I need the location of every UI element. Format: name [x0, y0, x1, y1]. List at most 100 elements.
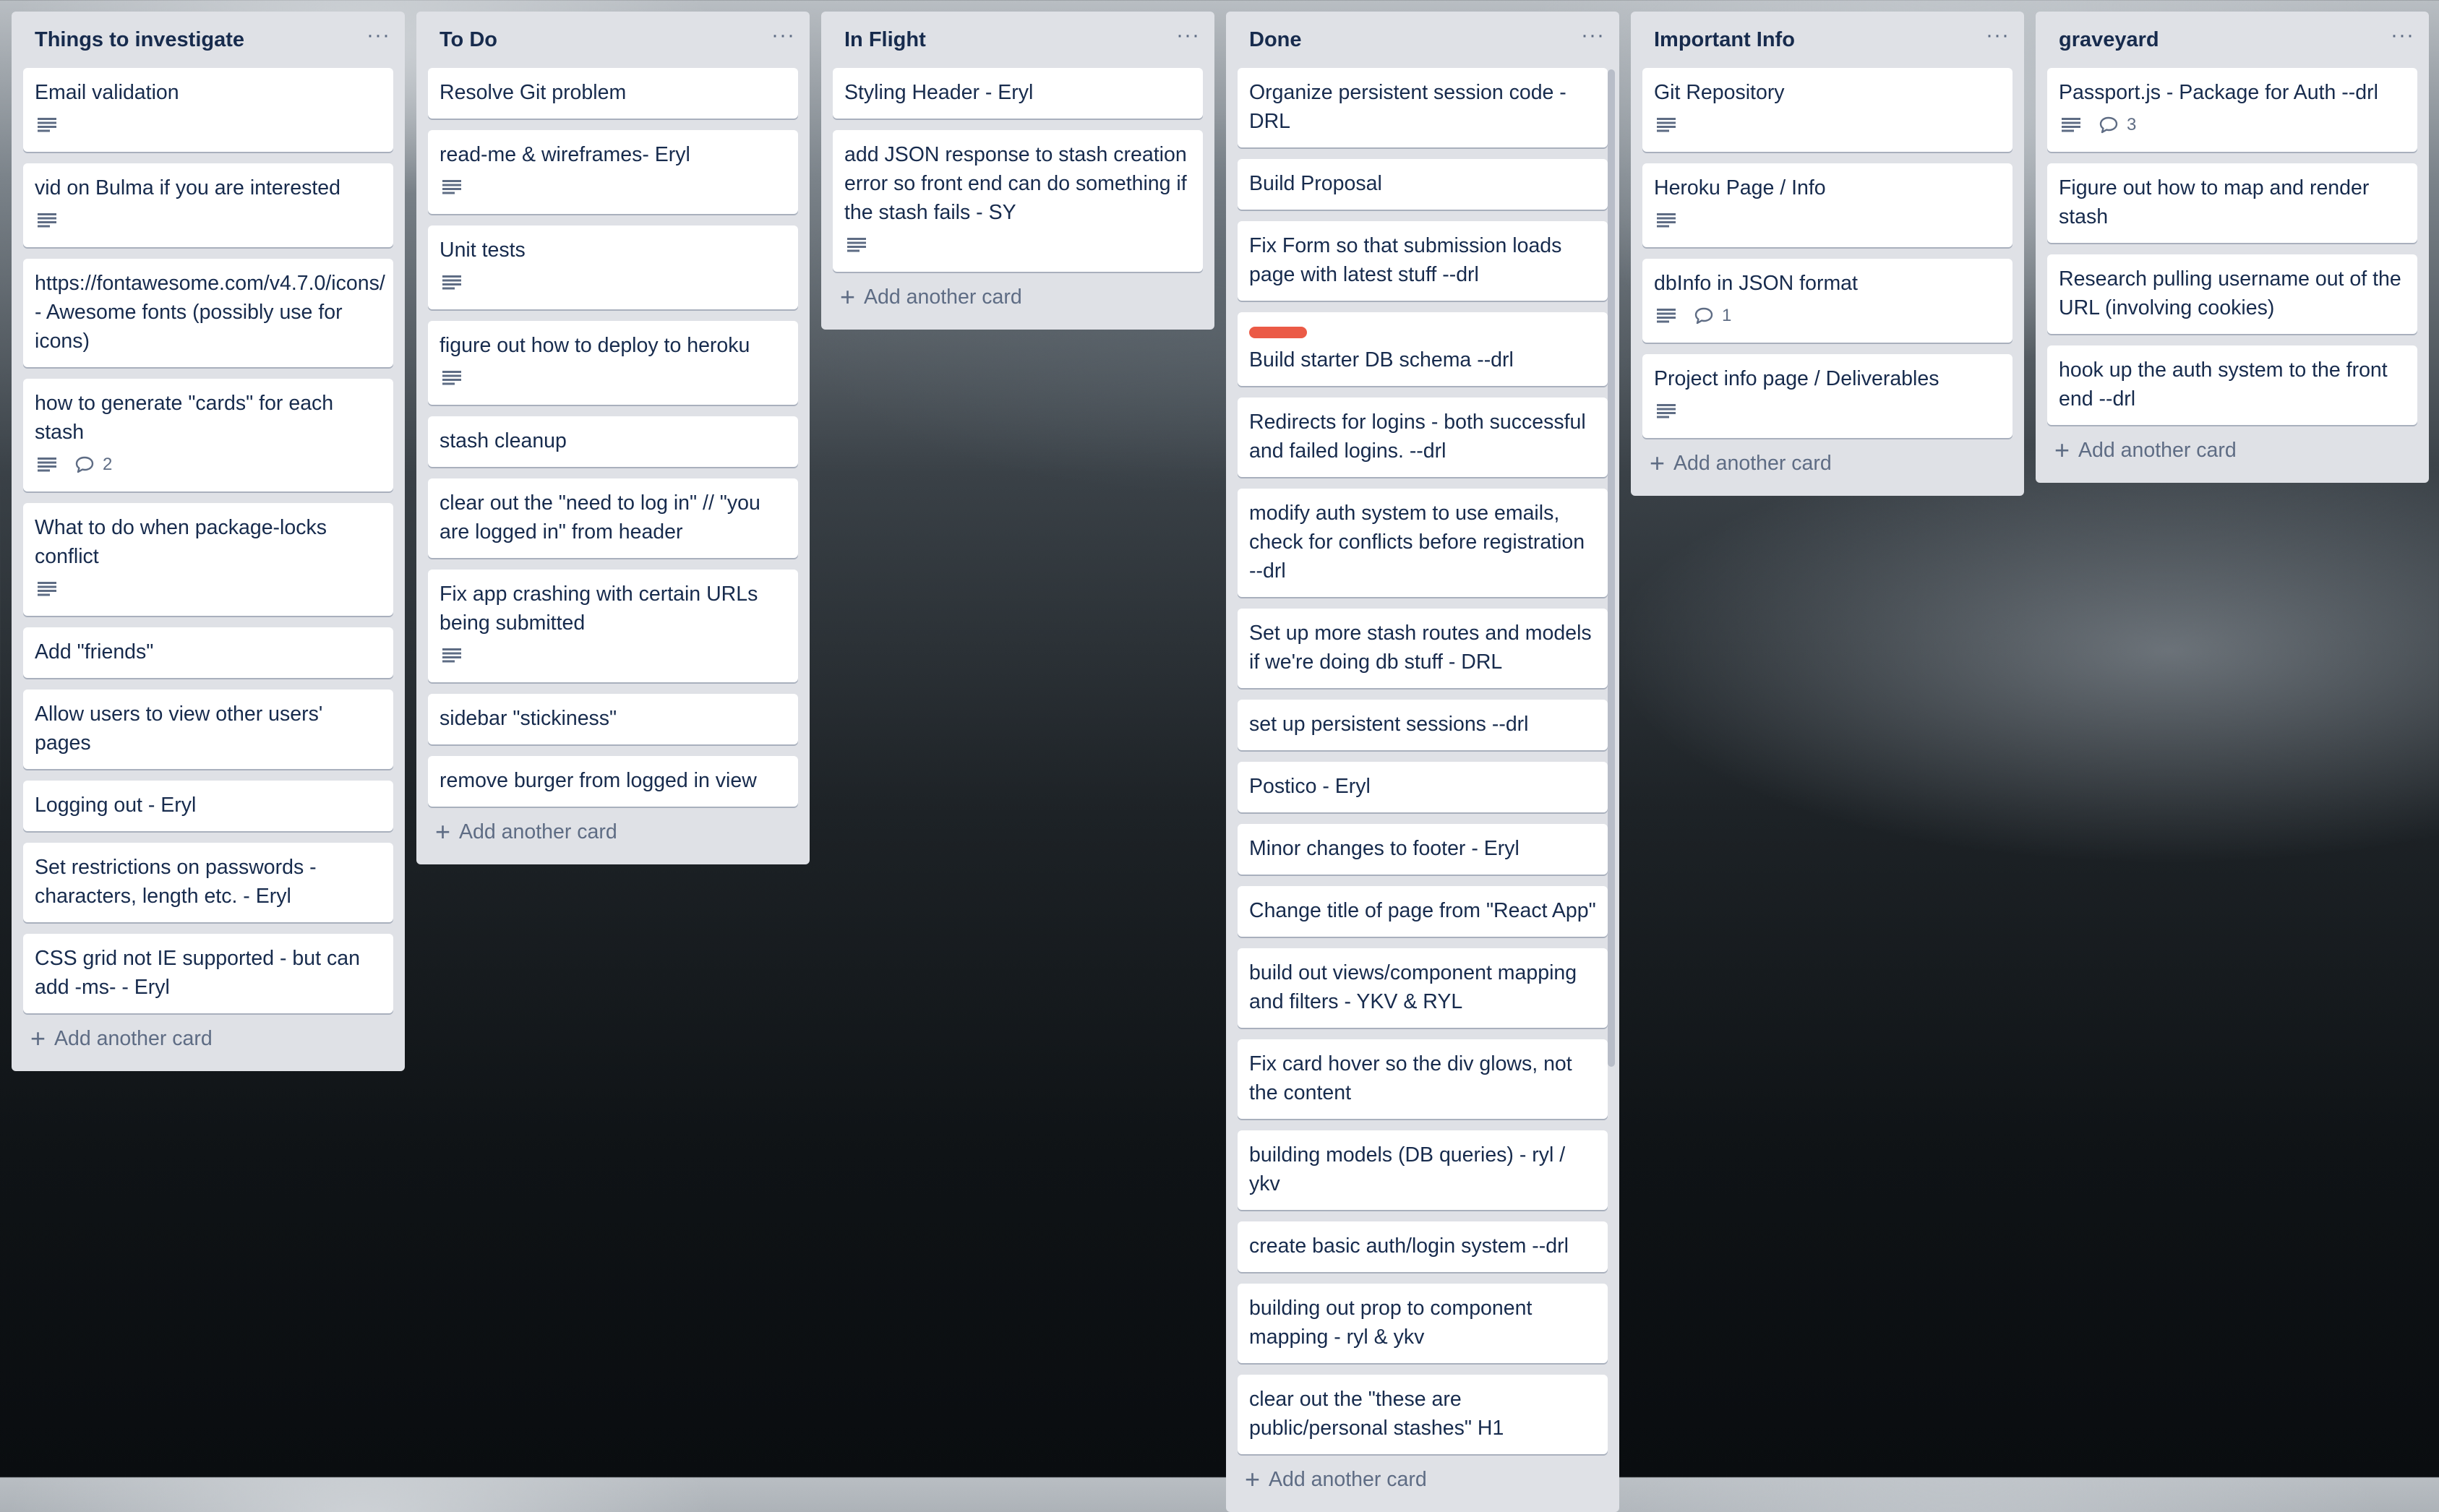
list-title[interactable]: In Flight	[844, 28, 926, 52]
card[interactable]: Fix card hover so the div glows, not the…	[1238, 1039, 1608, 1119]
card[interactable]: Styling Header - Eryl	[833, 68, 1203, 119]
list-menu-icon[interactable]: ···	[771, 25, 795, 55]
card[interactable]: create basic auth/login system --drl	[1238, 1221, 1608, 1272]
list-menu-icon[interactable]: ···	[2391, 25, 2414, 55]
card[interactable]: building models (DB queries) - ryl / ykv	[1238, 1130, 1608, 1210]
board: Things to investigate ··· Email validation…	[12, 12, 2429, 1512]
description-icon	[38, 213, 56, 228]
comment-count: 3	[2127, 115, 2137, 134]
comment-count: 1	[1722, 306, 1732, 325]
description-icon	[38, 582, 56, 596]
card[interactable]: hook up the auth system to the front end…	[2047, 345, 2417, 425]
card[interactable]: Organize persistent session code - DRL	[1238, 68, 1608, 147]
comment-count: 2	[103, 455, 113, 474]
card[interactable]: https://fontawesome.com/v4.7.0/icons/ - …	[23, 259, 393, 367]
card-badges	[1654, 205, 2001, 236]
add-card-button[interactable]: + Add another card	[1642, 438, 2013, 489]
card[interactable]: Resolve Git problem	[428, 68, 798, 119]
list-menu-icon[interactable]: ···	[1986, 25, 2010, 55]
card-badges	[440, 363, 786, 393]
card[interactable]: Unit tests	[428, 225, 798, 309]
card-title: figure out how to deploy to heroku	[440, 334, 750, 357]
card-title: Project info page / Deliverables	[1654, 367, 1939, 390]
card[interactable]: Add "friends"	[23, 627, 393, 678]
plus-icon: +	[840, 282, 856, 312]
card[interactable]: modify auth system to use emails, check …	[1238, 489, 1608, 597]
list-title[interactable]: To Do	[440, 28, 497, 52]
card-title: Passport.js - Package for Auth --drl	[2059, 81, 2378, 104]
card-title: Fix card hover so the div glows, not the…	[1249, 1052, 1572, 1104]
add-card-button[interactable]: + Add another card	[833, 272, 1203, 322]
add-card-label: Add another card	[2078, 438, 2237, 462]
card[interactable]: dbInfo in JSON format 1	[1642, 259, 2013, 343]
card-title: Fix app crashing with certain URLs being…	[440, 583, 758, 635]
card-title: set up persistent sessions --drl	[1249, 713, 1529, 736]
comment-badge: 3	[2099, 111, 2136, 139]
card[interactable]: Set up more stash routes and models if w…	[1238, 609, 1608, 688]
card[interactable]: stash cleanup	[428, 416, 798, 467]
list-menu-icon[interactable]: ···	[1581, 25, 1605, 55]
list-menu-icon[interactable]: ···	[367, 25, 390, 55]
card[interactable]: set up persistent sessions --drl	[1238, 700, 1608, 750]
card-title: https://fontawesome.com/v4.7.0/icons/ - …	[35, 272, 385, 353]
card[interactable]: Fix Form so that submission loads page w…	[1238, 221, 1608, 301]
card-title: Set restrictions on passwords - characte…	[35, 856, 317, 908]
card[interactable]: Email validation	[23, 68, 393, 152]
card-badges	[440, 172, 786, 202]
card-list: Styling Header - Eryl add JSON response t…	[833, 68, 1203, 272]
list-header: In Flight ···	[833, 12, 1203, 68]
card[interactable]: clear out the "these are public/personal…	[1238, 1375, 1608, 1454]
card[interactable]: CSS grid not IE supported - but can add …	[23, 934, 393, 1013]
card[interactable]: sidebar "stickiness"	[428, 694, 798, 744]
description-icon	[38, 458, 56, 472]
card-badges	[844, 230, 1191, 260]
card[interactable]: remove burger from logged in view	[428, 756, 798, 807]
add-card-button[interactable]: + Add another card	[23, 1013, 393, 1064]
card-title: Unit tests	[440, 239, 526, 262]
card-badges	[35, 205, 382, 236]
card[interactable]: read-me & wireframes- Eryl	[428, 130, 798, 214]
card[interactable]: Heroku Page / Info	[1642, 163, 2013, 247]
card[interactable]: Allow users to view other users' pages	[23, 690, 393, 769]
list-menu-icon[interactable]: ···	[1176, 25, 1200, 55]
card-title: Logging out - Eryl	[35, 794, 197, 817]
card[interactable]: building out prop to component mapping -…	[1238, 1284, 1608, 1363]
card[interactable]: Project info page / Deliverables	[1642, 354, 2013, 438]
card[interactable]: build out views/component mapping and fi…	[1238, 948, 1608, 1028]
card[interactable]: vid on Bulma if you are interested	[23, 163, 393, 247]
card[interactable]: Postico - Eryl	[1238, 762, 1608, 812]
list-title[interactable]: graveyard	[2059, 28, 2159, 52]
card-title: Fix Form so that submission loads page w…	[1249, 234, 1562, 286]
add-card-button[interactable]: + Add another card	[1238, 1454, 1608, 1505]
card[interactable]: Build starter DB schema --drl	[1238, 312, 1608, 386]
card[interactable]: Change title of page from "React App"	[1238, 886, 1608, 937]
card[interactable]: Build Proposal	[1238, 159, 1608, 210]
card[interactable]: Research pulling username out of the URL…	[2047, 254, 2417, 334]
card[interactable]: Set restrictions on passwords - characte…	[23, 843, 393, 922]
add-card-button[interactable]: + Add another card	[2047, 425, 2417, 476]
card-badges	[1654, 110, 2001, 140]
card[interactable]: how to generate "cards" for each stash 2	[23, 379, 393, 491]
card[interactable]: Fix app crashing with certain URLs being…	[428, 570, 798, 682]
plus-icon: +	[2054, 435, 2070, 465]
card[interactable]: add JSON response to stash creation erro…	[833, 130, 1203, 272]
list-title[interactable]: Things to investigate	[35, 28, 244, 52]
card-title: sidebar "stickiness"	[440, 707, 617, 730]
card[interactable]: clear out the "need to log in" // "you a…	[428, 478, 798, 558]
card[interactable]: What to do when package-locks conflict	[23, 503, 393, 616]
card-list: Resolve Git problem read-me & wireframes-…	[428, 68, 798, 807]
description-icon	[442, 371, 461, 385]
card[interactable]: Passport.js - Package for Auth --drl 3	[2047, 68, 2417, 152]
list-scrollbar[interactable]	[1608, 69, 1615, 1067]
card[interactable]: Minor changes to footer - Eryl	[1238, 824, 1608, 875]
list-title[interactable]: Important Info	[1654, 28, 1795, 52]
card[interactable]: figure out how to deploy to heroku	[428, 321, 798, 405]
card[interactable]: Figure out how to map and render stash	[2047, 163, 2417, 243]
card[interactable]: Redirects for logins - both successful a…	[1238, 398, 1608, 477]
add-card-button[interactable]: + Add another card	[428, 807, 798, 857]
card-badges: 3	[2059, 110, 2406, 140]
card[interactable]: Git Repository	[1642, 68, 2013, 152]
card[interactable]: Logging out - Eryl	[23, 781, 393, 831]
list-title[interactable]: Done	[1249, 28, 1302, 52]
card-title: how to generate "cards" for each stash	[35, 392, 334, 444]
